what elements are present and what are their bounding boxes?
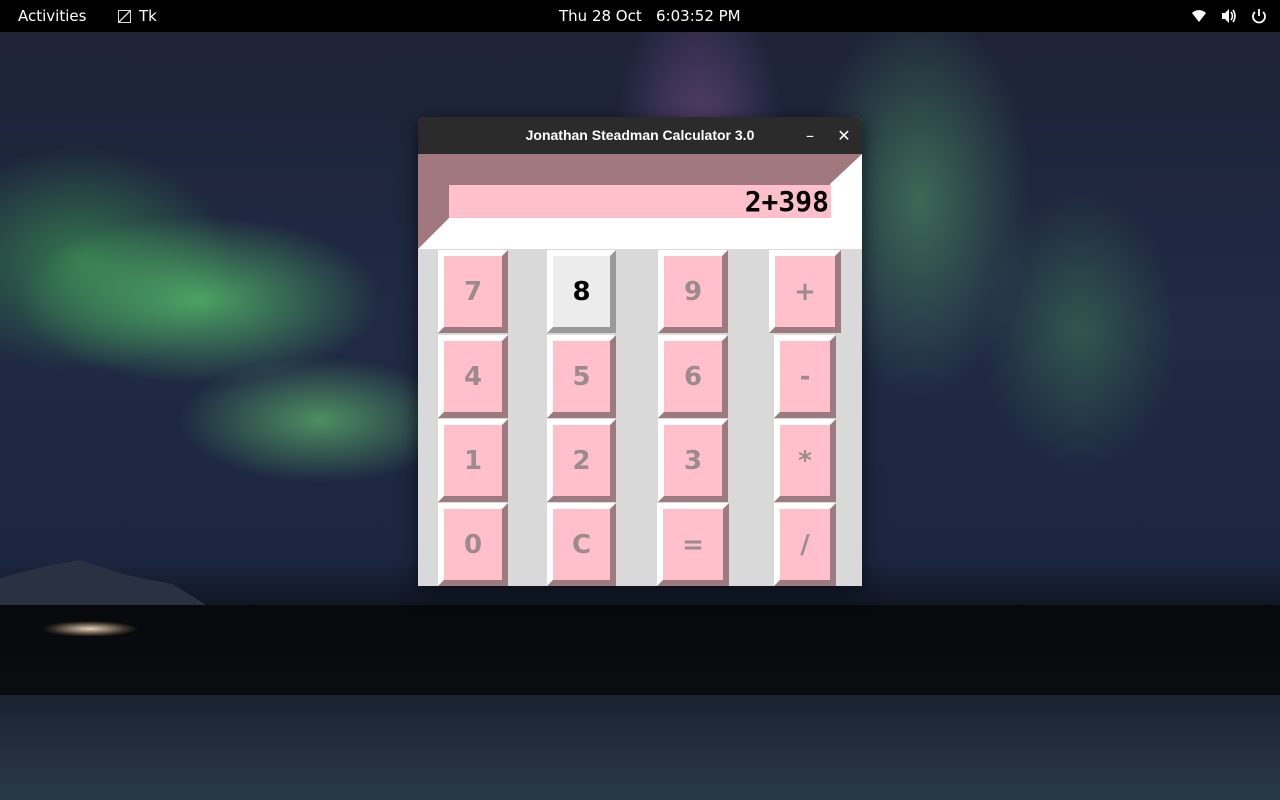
clock[interactable]: Thu 28 Oct 6:03:52 PM <box>559 7 741 25</box>
key-2[interactable]: 2 <box>547 419 616 502</box>
key-8[interactable]: 8 <box>547 250 616 333</box>
power-icon <box>1250 7 1268 25</box>
key-6[interactable]: 6 <box>658 335 728 418</box>
key-clear[interactable]: C <box>547 503 616 586</box>
key-plus[interactable]: + <box>769 250 841 333</box>
key-9[interactable]: 9 <box>658 250 728 333</box>
key-5[interactable]: 5 <box>547 335 616 418</box>
activities-button[interactable]: Activities <box>18 7 86 25</box>
system-menu[interactable] <box>1190 7 1268 25</box>
close-button[interactable]: ✕ <box>833 125 855 147</box>
window-titlebar[interactable]: Jonathan Steadman Calculator 3.0 – ✕ <box>418 117 862 154</box>
display-frame: 2+398 <box>418 154 862 249</box>
calculator-window: Jonathan Steadman Calculator 3.0 – ✕ 2+3… <box>418 117 862 586</box>
minimize-button[interactable]: – <box>799 125 821 147</box>
key-3[interactable]: 3 <box>658 419 728 502</box>
key-equals[interactable]: = <box>657 503 729 586</box>
wifi-icon <box>1190 7 1208 25</box>
key-0[interactable]: 0 <box>438 503 508 586</box>
key-1[interactable]: 1 <box>438 419 508 502</box>
wallpaper-ground <box>0 605 1280 695</box>
volume-icon <box>1220 7 1238 25</box>
key-multiply[interactable]: * <box>774 419 836 502</box>
wallpaper-village-lights <box>30 618 150 636</box>
window-title: Jonathan Steadman Calculator 3.0 <box>525 127 755 143</box>
key-4[interactable]: 4 <box>438 335 508 418</box>
key-7[interactable]: 7 <box>438 250 508 333</box>
tk-app-icon <box>118 9 131 23</box>
wallpaper-water <box>0 695 1280 800</box>
app-menu-label: Tk <box>139 7 157 25</box>
key-minus[interactable]: - <box>774 335 836 418</box>
calculator-display: 2+398 <box>449 185 831 218</box>
key-divide[interactable]: / <box>774 503 836 586</box>
app-menu[interactable]: Tk <box>118 7 157 25</box>
top-bar: Activities Tk Thu 28 Oct 6:03:52 PM <box>0 0 1280 32</box>
